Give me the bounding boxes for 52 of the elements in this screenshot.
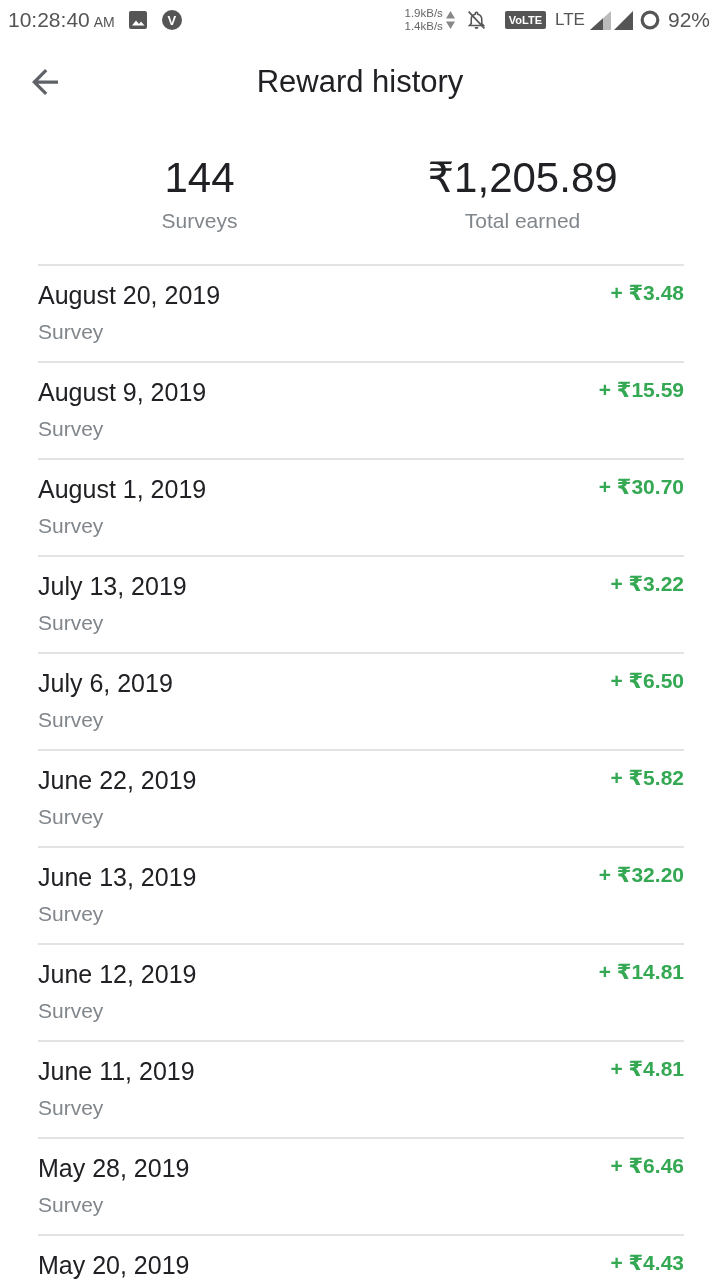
- up-down-arrows-icon: [445, 10, 455, 30]
- arrow-left-icon: [32, 69, 58, 95]
- reward-amount: + ₹3.22: [610, 571, 684, 597]
- reward-date: June 12, 2019: [38, 959, 197, 989]
- reward-type: Survey: [38, 416, 104, 442]
- reward-date: June 13, 2019: [38, 862, 197, 892]
- reward-type: Survey: [38, 998, 104, 1024]
- app-notification-icon: V: [161, 10, 182, 30]
- reward-date: July 6, 2019: [38, 668, 173, 698]
- stat-label: Total earned: [464, 208, 581, 234]
- reward-amount: + ₹5.82: [610, 765, 684, 791]
- reward-amount: + ₹30.70: [598, 474, 684, 500]
- ring-icon: [639, 10, 660, 30]
- download-speed: 1.4kB/s: [404, 20, 443, 33]
- reward-type: Survey: [38, 1095, 104, 1121]
- reward-type: Survey: [38, 319, 104, 345]
- image-icon: [128, 11, 147, 29]
- reward-type: Survey: [38, 707, 104, 733]
- reward-amount: + ₹32.20: [598, 862, 684, 888]
- stat-value: ₹1,205.89: [427, 153, 618, 203]
- screen-title: Reward history: [256, 63, 464, 101]
- stat-value: 144: [164, 153, 235, 203]
- reward-date: June 11, 2019: [38, 1056, 195, 1086]
- reward-type: Survey: [38, 1192, 104, 1218]
- reward-type: Survey: [38, 804, 104, 830]
- reward-type: Survey: [38, 513, 104, 539]
- network-type: LTE: [555, 10, 585, 30]
- reward-date: August 20, 2019: [38, 280, 221, 310]
- reward-date: May 28, 2019: [38, 1153, 190, 1183]
- reward-amount: + ₹14.81: [598, 959, 684, 985]
- reward-amount: + ₹4.43: [610, 1250, 684, 1276]
- reward-date: July 13, 2019: [38, 571, 187, 601]
- reward-date: August 1, 2019: [38, 474, 207, 504]
- status-time: 10:28:40: [8, 8, 90, 32]
- reward-amount: + ₹6.50: [610, 668, 684, 694]
- reward-amount: + ₹6.46: [610, 1153, 684, 1179]
- reward-type: Survey: [38, 901, 104, 927]
- volte-indicator: VoLTE: [504, 11, 547, 29]
- reward-amount: + ₹4.81: [610, 1056, 684, 1082]
- status-meridiem: AM: [93, 14, 115, 30]
- reward-amount: + ₹3.48: [610, 280, 684, 306]
- reward-date: June 22, 2019: [38, 765, 197, 795]
- reward-amount: + ₹15.59: [598, 377, 684, 403]
- battery-percent: 92%: [667, 8, 710, 32]
- upload-speed: 1.9kB/s: [404, 7, 443, 20]
- reward-date: August 9, 2019: [38, 377, 207, 407]
- bell-off-icon: [465, 9, 487, 31]
- stat-label: Surveys: [161, 208, 238, 234]
- reward-type: Survey: [38, 610, 104, 636]
- signal-icon: [589, 10, 611, 30]
- reward-date: May 20, 2019: [38, 1250, 190, 1280]
- signal-icon: [613, 10, 633, 30]
